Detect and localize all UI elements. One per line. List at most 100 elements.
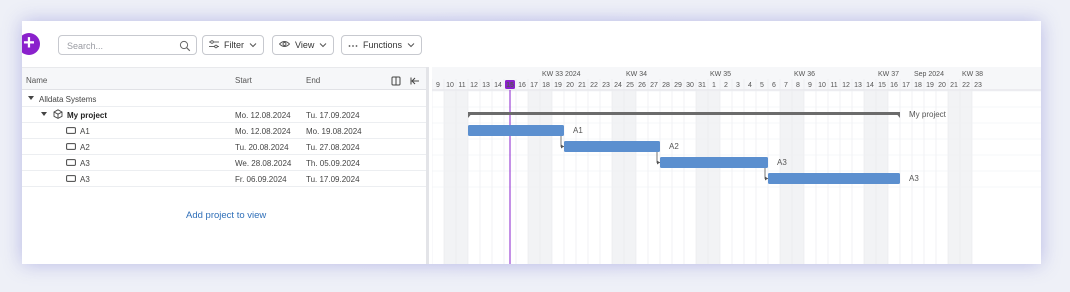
filter-label: Filter <box>224 40 244 50</box>
day-label: 15 <box>878 82 886 89</box>
week-label: KW 38 <box>962 71 983 78</box>
more-dots-icon <box>348 40 358 50</box>
day-label: 16 <box>518 82 526 89</box>
day-label: 12 <box>470 82 478 89</box>
bar-label: A3 <box>777 158 787 167</box>
task-bar <box>468 125 564 136</box>
gantt-canvas: KW 33 2024 KW 34 KW 35 KW 36 KW 37 Sep 2024 KW… <box>432 67 1041 264</box>
row-name: A2 <box>80 143 90 152</box>
task-bar <box>768 173 900 184</box>
row-end: Th. 05.09.2024 <box>306 159 360 168</box>
week-label: KW 33 2024 <box>542 71 581 78</box>
day-label: 18 <box>542 82 550 89</box>
day-label: 3 <box>736 82 740 89</box>
summary-bar <box>468 112 900 115</box>
day-label: 23 <box>974 82 982 89</box>
day-label: 7 <box>784 82 788 89</box>
caret-down-icon[interactable] <box>41 110 47 119</box>
row-end: Mo. 19.08.2024 <box>306 127 362 136</box>
functions-button[interactable]: Functions <box>341 35 423 55</box>
task-icon <box>66 127 76 136</box>
row-end: Tu. 17.09.2024 <box>306 111 360 120</box>
view-button[interactable]: View <box>272 35 335 55</box>
gantt-timeline: KW 33 2024 KW 34 KW 35 KW 36 KW 37 Sep 2024 KW… <box>432 67 1041 264</box>
add-project-link[interactable]: Add project to view <box>186 210 266 221</box>
day-label: 2 <box>724 82 728 89</box>
table-row-task[interactable]: A3 We. 28.08.2024 Th. 05.09.2024 <box>22 155 426 171</box>
chevron-down-icon <box>249 40 257 50</box>
functions-label: Functions <box>363 40 403 50</box>
day-label: 4 <box>748 82 752 89</box>
search-input[interactable] <box>67 39 175 52</box>
search-box <box>58 35 197 55</box>
row-name: A3 <box>80 175 90 184</box>
day-label: 13 <box>482 82 490 89</box>
day-label: 10 <box>818 82 826 89</box>
table-row-task[interactable]: A2 Tu. 20.08.2024 Tu. 27.08.2024 <box>22 139 426 155</box>
weekend-column <box>960 91 972 264</box>
weekend-column <box>708 91 720 264</box>
weekend-column <box>456 91 468 264</box>
task-bar <box>660 157 768 168</box>
week-label: KW 34 <box>626 71 647 78</box>
collapse-left-icon[interactable] <box>410 76 420 88</box>
add-button[interactable]: + <box>22 33 40 55</box>
table-row-task[interactable]: A3 Fr. 06.09.2024 Tu. 17.09.2024 <box>22 171 426 187</box>
day-label: 22 <box>590 82 598 89</box>
weekend-column <box>444 91 456 264</box>
column-header-name[interactable]: Name <box>26 76 47 85</box>
weekend-column <box>624 91 636 264</box>
dependency-arrowhead <box>561 144 564 149</box>
app-window: + Filter View <box>22 21 1041 264</box>
day-label: 8 <box>796 82 800 89</box>
day-label: 9 <box>436 82 440 89</box>
column-header-start[interactable]: Start <box>235 76 252 85</box>
column-header-end[interactable]: End <box>306 76 320 85</box>
day-label: 14 <box>494 82 502 89</box>
day-label: 23 <box>602 82 610 89</box>
day-label: 11 <box>830 82 837 89</box>
toolbar: + Filter View <box>22 21 1041 67</box>
weekend-column <box>528 91 540 264</box>
table-row-group[interactable]: Alldata Systems <box>22 91 426 107</box>
day-label: 15 <box>506 82 514 89</box>
weekend-column <box>696 91 708 264</box>
table-row-project[interactable]: My project Mo. 12.08.2024 Tu. 17.09.2024 <box>22 107 426 123</box>
search-icon[interactable] <box>179 39 191 57</box>
dependency-arrowhead <box>765 176 768 181</box>
day-label: 26 <box>638 82 646 89</box>
bar-label: A2 <box>669 142 679 151</box>
row-name: A1 <box>80 127 90 136</box>
day-label: 16 <box>890 82 898 89</box>
weekend-column <box>612 91 624 264</box>
cube-icon <box>53 109 63 121</box>
day-label: 9 <box>808 82 812 89</box>
weekend-column <box>540 91 552 264</box>
view-label: View <box>295 40 315 50</box>
day-label: 31 <box>698 82 706 89</box>
day-label: 21 <box>950 82 958 89</box>
filter-button[interactable]: Filter <box>202 35 264 55</box>
table-row-task[interactable]: A1 Mo. 12.08.2024 Mo. 19.08.2024 <box>22 123 426 139</box>
bar-label: My project <box>909 110 947 119</box>
row-start: Mo. 12.08.2024 <box>235 127 291 136</box>
task-icon <box>66 175 76 184</box>
row-name: A3 <box>80 159 90 168</box>
dependency-arrowhead <box>657 160 660 165</box>
day-label: 14 <box>866 82 874 89</box>
row-start: We. 28.08.2024 <box>235 159 292 168</box>
columns-icon[interactable] <box>391 76 401 88</box>
day-label: 20 <box>566 82 574 89</box>
task-icon <box>66 159 76 168</box>
bar-label: A3 <box>909 174 919 183</box>
day-label: 30 <box>686 82 694 89</box>
chevron-down-icon <box>319 40 327 50</box>
day-label: 13 <box>854 82 862 89</box>
caret-down-icon[interactable] <box>28 94 34 103</box>
weekend-column <box>948 91 960 264</box>
day-label: 18 <box>914 82 922 89</box>
day-label: 1 <box>712 82 716 89</box>
eye-icon <box>278 40 291 50</box>
filter-icon <box>209 39 219 51</box>
day-label: 12 <box>842 82 850 89</box>
